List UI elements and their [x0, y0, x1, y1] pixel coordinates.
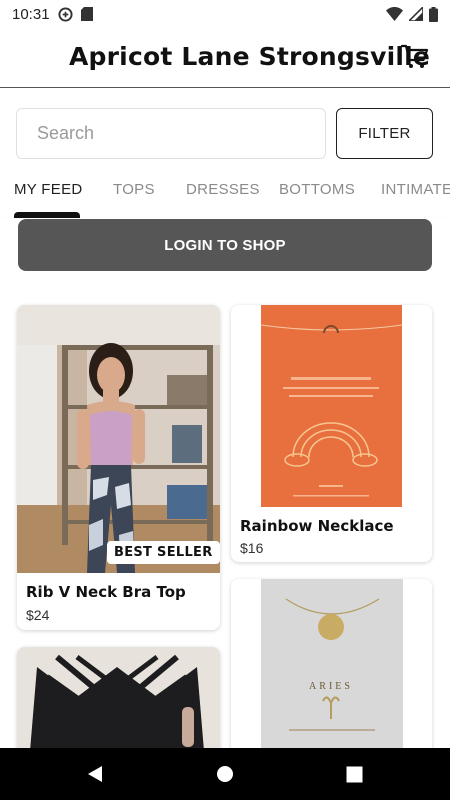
- filter-button[interactable]: FILTER: [336, 108, 433, 159]
- tab-intimates[interactable]: INTIMATES: [381, 181, 450, 198]
- product-image: [17, 305, 220, 573]
- back-icon: [88, 766, 102, 782]
- data-saver-icon: [58, 6, 73, 22]
- sd-card-icon: [80, 7, 93, 21]
- tab-tops[interactable]: TOPS: [113, 181, 155, 198]
- battery-icon: [429, 6, 438, 22]
- product-card-rainbow-necklace[interactable]: Rainbow Necklace $16: [231, 305, 432, 562]
- product-card[interactable]: [17, 647, 220, 748]
- app-header: Apricot Lane Strongsville: [0, 28, 450, 88]
- status-bar: 10:31: [0, 0, 450, 28]
- tab-dresses[interactable]: DRESSES: [186, 181, 260, 198]
- login-to-shop-button[interactable]: LOGIN TO SHOP: [18, 219, 432, 271]
- product-feed[interactable]: BEST SELLER Rib V Neck Bra Top $24 Rainb…: [0, 276, 450, 748]
- product-card-rib-v-neck-bra-top[interactable]: BEST SELLER Rib V Neck Bra Top $24: [17, 305, 220, 630]
- cart-button[interactable]: [400, 43, 430, 71]
- category-tabs: MY FEED TOPS DRESSES BOTTOMS INTIMATES: [0, 172, 450, 218]
- cart-icon: [401, 44, 429, 68]
- product-price: $24: [26, 607, 50, 623]
- app-screen: 10:31 Apricot Lane Strongsville Search F…: [0, 0, 450, 800]
- tab-my-feed[interactable]: MY FEED: [14, 181, 83, 198]
- product-image: ARIES: [231, 579, 432, 748]
- product-name: Rib V Neck Bra Top: [26, 583, 186, 601]
- product-card[interactable]: ARIES: [231, 579, 432, 748]
- back-button[interactable]: [83, 762, 107, 786]
- recents-button[interactable]: [342, 762, 366, 786]
- wifi-icon: [386, 7, 403, 21]
- login-banner: LOGIN TO SHOP: [0, 218, 450, 276]
- search-placeholder: Search: [37, 123, 95, 143]
- search-input[interactable]: Search: [16, 108, 326, 159]
- product-image: [17, 647, 220, 748]
- store-title: Apricot Lane Strongsville: [69, 42, 431, 71]
- product-image: [231, 305, 432, 510]
- svg-text:ARIES: ARIES: [309, 681, 353, 692]
- product-price: $16: [240, 540, 264, 556]
- best-seller-badge: BEST SELLER: [107, 541, 220, 564]
- tab-bottoms[interactable]: BOTTOMS: [279, 181, 355, 198]
- home-button[interactable]: [213, 762, 237, 786]
- cell-signal-icon: [409, 7, 423, 21]
- home-icon: [217, 766, 233, 782]
- status-time: 10:31: [12, 5, 50, 23]
- product-name: Rainbow Necklace: [240, 517, 394, 535]
- recents-icon: [346, 766, 362, 782]
- system-nav-bar: [0, 748, 450, 800]
